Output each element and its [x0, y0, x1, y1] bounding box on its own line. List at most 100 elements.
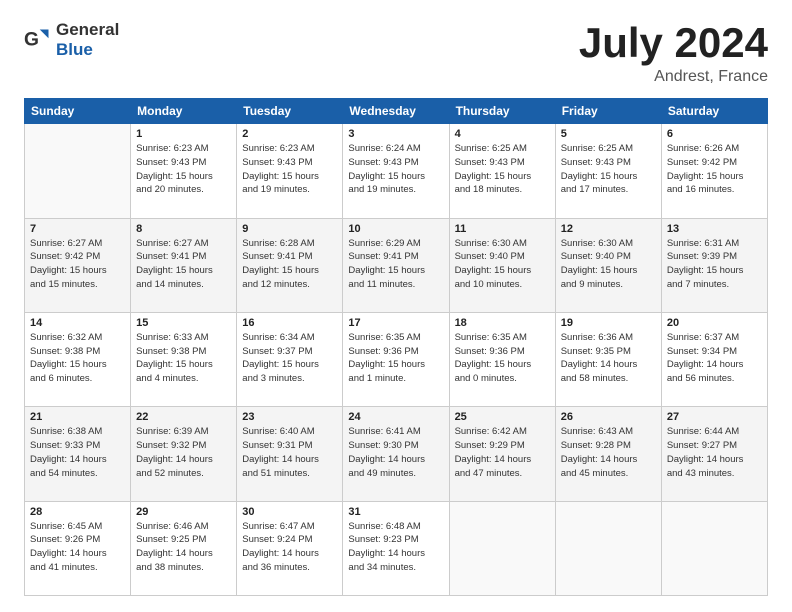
day-info: Sunrise: 6:29 AM Sunset: 9:41 PM Dayligh… [348, 237, 443, 292]
calendar-cell: 19 Sunrise: 6:36 AM Sunset: 9:35 PM Dayli… [555, 312, 661, 406]
logo-general: General [56, 20, 119, 39]
day-number: 23 [242, 411, 337, 423]
calendar-week-4: 21 Sunrise: 6:38 AM Sunset: 9:33 PM Dayli… [25, 407, 768, 501]
day-info: Sunrise: 6:37 AM Sunset: 9:34 PM Dayligh… [667, 331, 762, 386]
day-number: 29 [136, 506, 231, 518]
day-info: Sunrise: 6:41 AM Sunset: 9:30 PM Dayligh… [348, 425, 443, 480]
weekday-header-friday: Friday [555, 99, 661, 124]
day-info: Sunrise: 6:44 AM Sunset: 9:27 PM Dayligh… [667, 425, 762, 480]
day-info: Sunrise: 6:30 AM Sunset: 9:40 PM Dayligh… [455, 237, 550, 292]
day-info: Sunrise: 6:27 AM Sunset: 9:41 PM Dayligh… [136, 237, 231, 292]
day-info: Sunrise: 6:38 AM Sunset: 9:33 PM Dayligh… [30, 425, 125, 480]
day-number: 3 [348, 128, 443, 140]
day-info: Sunrise: 6:25 AM Sunset: 9:43 PM Dayligh… [455, 142, 550, 197]
day-number: 2 [242, 128, 337, 140]
day-number: 5 [561, 128, 656, 140]
day-number: 10 [348, 223, 443, 235]
day-number: 14 [30, 317, 125, 329]
calendar-cell: 8 Sunrise: 6:27 AM Sunset: 9:41 PM Daylig… [131, 218, 237, 312]
calendar-cell: 24Sunrise: 6:41 AM Sunset: 9:30 PM Dayli… [343, 407, 449, 501]
calendar-cell: 29 Sunrise: 6:46 AM Sunset: 9:25 PM Dayli… [131, 501, 237, 595]
day-number: 19 [561, 317, 656, 329]
day-info: Sunrise: 6:25 AM Sunset: 9:43 PM Dayligh… [561, 142, 656, 197]
calendar-cell: 26 Sunrise: 6:43 AM Sunset: 9:28 PM Dayli… [555, 407, 661, 501]
month-title: July 2024 [579, 20, 768, 66]
day-number: 18 [455, 317, 550, 329]
day-info: Sunrise: 6:40 AM Sunset: 9:31 PM Dayligh… [242, 425, 337, 480]
calendar-cell [25, 124, 131, 218]
logo-blue: Blue [56, 40, 93, 59]
day-info: Sunrise: 6:23 AM Sunset: 9:43 PM Dayligh… [242, 142, 337, 197]
day-info: Sunrise: 6:26 AM Sunset: 9:42 PM Dayligh… [667, 142, 762, 197]
calendar-cell: 6 Sunrise: 6:26 AM Sunset: 9:42 PM Daylig… [661, 124, 767, 218]
calendar-cell: 21 Sunrise: 6:38 AM Sunset: 9:33 PM Dayli… [25, 407, 131, 501]
calendar-cell: 16 Sunrise: 6:34 AM Sunset: 9:37 PM Dayli… [237, 312, 343, 406]
calendar-cell: 15 Sunrise: 6:33 AM Sunset: 9:38 PM Dayli… [131, 312, 237, 406]
day-number: 27 [667, 411, 762, 423]
calendar-cell: 31 Sunrise: 6:48 AM Sunset: 9:23 PM Dayli… [343, 501, 449, 595]
day-number: 17 [348, 317, 443, 329]
calendar-cell: 14 Sunrise: 6:32 AM Sunset: 9:38 PM Dayli… [25, 312, 131, 406]
day-number: 8 [136, 223, 231, 235]
day-number: 11 [455, 223, 550, 235]
day-info: Sunrise: 6:30 AM Sunset: 9:40 PM Dayligh… [561, 237, 656, 292]
calendar-week-5: 28Sunrise: 6:45 AM Sunset: 9:26 PM Dayli… [25, 501, 768, 595]
day-info: Sunrise: 6:43 AM Sunset: 9:28 PM Dayligh… [561, 425, 656, 480]
day-info: Sunrise: 6:47 AM Sunset: 9:24 PM Dayligh… [242, 520, 337, 575]
day-number: 15 [136, 317, 231, 329]
day-number: 22 [136, 411, 231, 423]
day-info: Sunrise: 6:45 AM Sunset: 9:26 PM Dayligh… [30, 520, 125, 575]
day-info: Sunrise: 6:32 AM Sunset: 9:38 PM Dayligh… [30, 331, 125, 386]
calendar-week-2: 7Sunrise: 6:27 AM Sunset: 9:42 PM Daylig… [25, 218, 768, 312]
calendar-cell: 4Sunrise: 6:25 AM Sunset: 9:43 PM Daylig… [449, 124, 555, 218]
logo-icon: G [24, 26, 52, 54]
day-info: Sunrise: 6:23 AM Sunset: 9:43 PM Dayligh… [136, 142, 231, 197]
calendar-cell: 11 Sunrise: 6:30 AM Sunset: 9:40 PM Dayli… [449, 218, 555, 312]
day-info: Sunrise: 6:42 AM Sunset: 9:29 PM Dayligh… [455, 425, 550, 480]
day-number: 9 [242, 223, 337, 235]
day-info: Sunrise: 6:27 AM Sunset: 9:42 PM Dayligh… [30, 237, 125, 292]
day-info: Sunrise: 6:34 AM Sunset: 9:37 PM Dayligh… [242, 331, 337, 386]
weekday-header-thursday: Thursday [449, 99, 555, 124]
day-info: Sunrise: 6:46 AM Sunset: 9:25 PM Dayligh… [136, 520, 231, 575]
calendar-cell: 1Sunrise: 6:23 AM Sunset: 9:43 PM Daylig… [131, 124, 237, 218]
calendar-cell: 7Sunrise: 6:27 AM Sunset: 9:42 PM Daylig… [25, 218, 131, 312]
title-block: July 2024 Andrest, France [579, 20, 768, 86]
day-number: 31 [348, 506, 443, 518]
day-info: Sunrise: 6:28 AM Sunset: 9:41 PM Dayligh… [242, 237, 337, 292]
calendar-cell: 30 Sunrise: 6:47 AM Sunset: 9:24 PM Dayli… [237, 501, 343, 595]
calendar-cell: 17 Sunrise: 6:35 AM Sunset: 9:36 PM Dayli… [343, 312, 449, 406]
header: G General Blue July 2024 Andrest, France [24, 20, 768, 86]
day-info: Sunrise: 6:48 AM Sunset: 9:23 PM Dayligh… [348, 520, 443, 575]
weekday-header-monday: Monday [131, 99, 237, 124]
calendar-table: SundayMondayTuesdayWednesdayThursdayFrid… [24, 98, 768, 596]
calendar-header: SundayMondayTuesdayWednesdayThursdayFrid… [25, 99, 768, 124]
day-number: 30 [242, 506, 337, 518]
day-number: 20 [667, 317, 762, 329]
day-number: 21 [30, 411, 125, 423]
day-number: 16 [242, 317, 337, 329]
calendar-cell [449, 501, 555, 595]
day-info: Sunrise: 6:33 AM Sunset: 9:38 PM Dayligh… [136, 331, 231, 386]
day-number: 12 [561, 223, 656, 235]
calendar-cell: 23 Sunrise: 6:40 AM Sunset: 9:31 PM Dayli… [237, 407, 343, 501]
day-number: 26 [561, 411, 656, 423]
day-info: Sunrise: 6:35 AM Sunset: 9:36 PM Dayligh… [455, 331, 550, 386]
calendar-cell: 10 Sunrise: 6:29 AM Sunset: 9:41 PM Dayli… [343, 218, 449, 312]
calendar-cell: 25Sunrise: 6:42 AM Sunset: 9:29 PM Dayli… [449, 407, 555, 501]
calendar-cell: 28Sunrise: 6:45 AM Sunset: 9:26 PM Dayli… [25, 501, 131, 595]
day-info: Sunrise: 6:31 AM Sunset: 9:39 PM Dayligh… [667, 237, 762, 292]
day-info: Sunrise: 6:35 AM Sunset: 9:36 PM Dayligh… [348, 331, 443, 386]
calendar-body: 1Sunrise: 6:23 AM Sunset: 9:43 PM Daylig… [25, 124, 768, 596]
svg-text:G: G [24, 29, 39, 50]
day-info: Sunrise: 6:36 AM Sunset: 9:35 PM Dayligh… [561, 331, 656, 386]
calendar-cell: 2 Sunrise: 6:23 AM Sunset: 9:43 PM Daylig… [237, 124, 343, 218]
calendar-week-1: 1Sunrise: 6:23 AM Sunset: 9:43 PM Daylig… [25, 124, 768, 218]
calendar-cell: 5 Sunrise: 6:25 AM Sunset: 9:43 PM Daylig… [555, 124, 661, 218]
weekday-header-sunday: Sunday [25, 99, 131, 124]
calendar-week-3: 14 Sunrise: 6:32 AM Sunset: 9:38 PM Dayli… [25, 312, 768, 406]
weekday-header-row: SundayMondayTuesdayWednesdayThursdayFrid… [25, 99, 768, 124]
day-number: 6 [667, 128, 762, 140]
calendar-cell: 20 Sunrise: 6:37 AM Sunset: 9:34 PM Dayli… [661, 312, 767, 406]
weekday-header-wednesday: Wednesday [343, 99, 449, 124]
